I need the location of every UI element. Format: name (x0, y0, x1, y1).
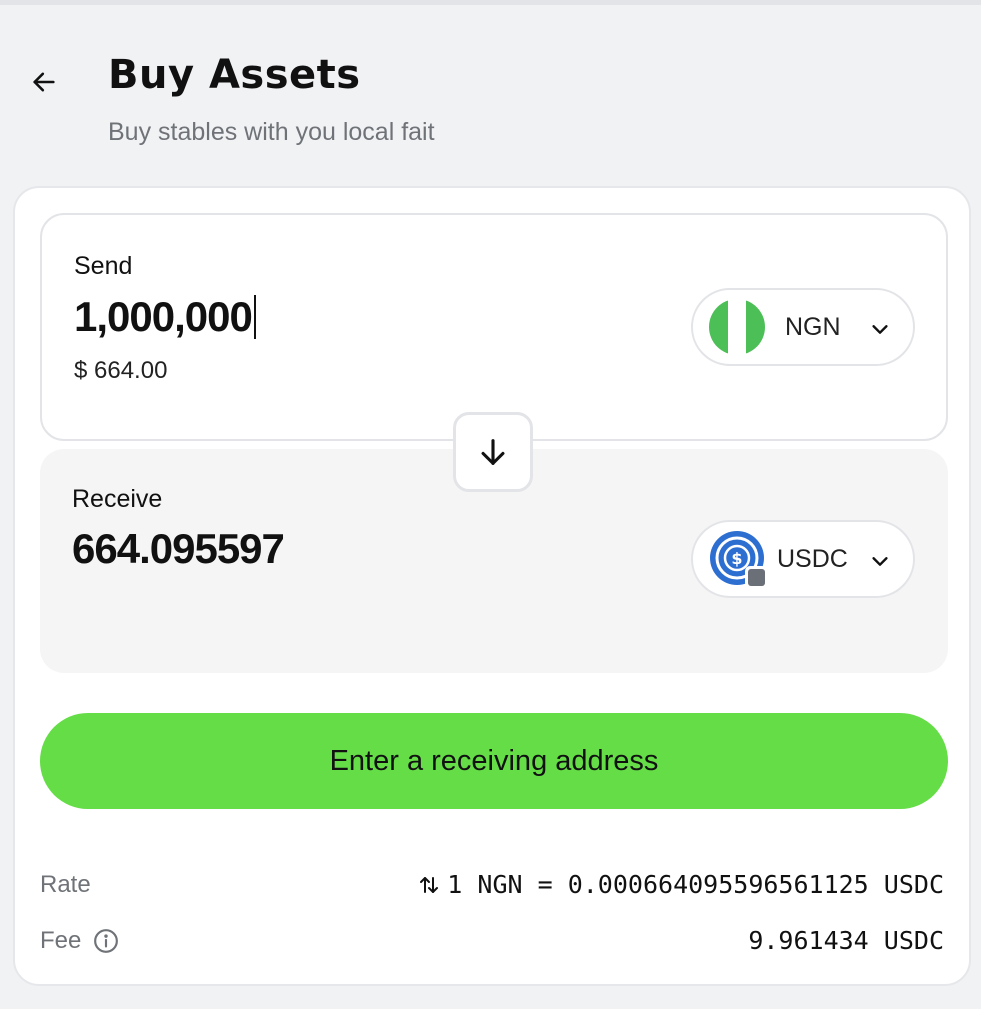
rate-label: Rate (40, 871, 91, 899)
page-title: Buy Assets (108, 52, 361, 98)
back-button[interactable] (28, 62, 60, 102)
receive-label: Receive (72, 485, 163, 513)
fee-label: Fee (40, 927, 119, 955)
chevron-down-icon (872, 325, 888, 334)
send-amount-value: 1,000,000 (74, 293, 253, 340)
svg-text:$: $ (731, 549, 742, 568)
top-divider (0, 0, 981, 5)
page-subtitle: Buy stables with you local fait (108, 118, 435, 146)
rate-value-text: 1 NGN = 0.000664095596561125 USDC (447, 870, 944, 899)
enter-receiving-address-button[interactable]: Enter a receiving address (40, 713, 948, 809)
receive-currency-selector[interactable]: $ USDC (691, 520, 915, 598)
chevron-down-icon (872, 557, 888, 566)
rate-value: 1 NGN = 0.000664095596561125 USDC (417, 870, 944, 899)
info-icon[interactable] (93, 928, 119, 954)
send-currency-selector[interactable]: NGN (691, 288, 915, 366)
receive-amount: 664.095597 (72, 525, 285, 572)
buy-card: Send 1,000,000 $ 664.00 NGN Receive 664.… (13, 186, 971, 986)
receive-currency-code: USDC (777, 545, 848, 573)
arrow-left-icon (33, 72, 55, 92)
arrow-down-icon (481, 439, 505, 465)
swap-vertical-icon (420, 876, 439, 893)
fee-label-text: Fee (40, 927, 82, 954)
text-caret (253, 295, 256, 339)
send-currency-code: NGN (785, 313, 841, 341)
send-label: Send (74, 252, 133, 280)
send-panel: Send 1,000,000 $ 664.00 NGN (40, 213, 948, 441)
rate-label-text: Rate (40, 871, 91, 898)
fee-value: 9.961434 USDC (748, 926, 944, 955)
send-amount-input[interactable]: 1,000,000 (74, 293, 256, 341)
nigeria-flag-icon (709, 299, 765, 355)
swap-direction-button[interactable] (453, 412, 533, 492)
usdc-logo-icon: $ (710, 531, 767, 588)
send-usd-value: $ 664.00 (74, 357, 168, 384)
